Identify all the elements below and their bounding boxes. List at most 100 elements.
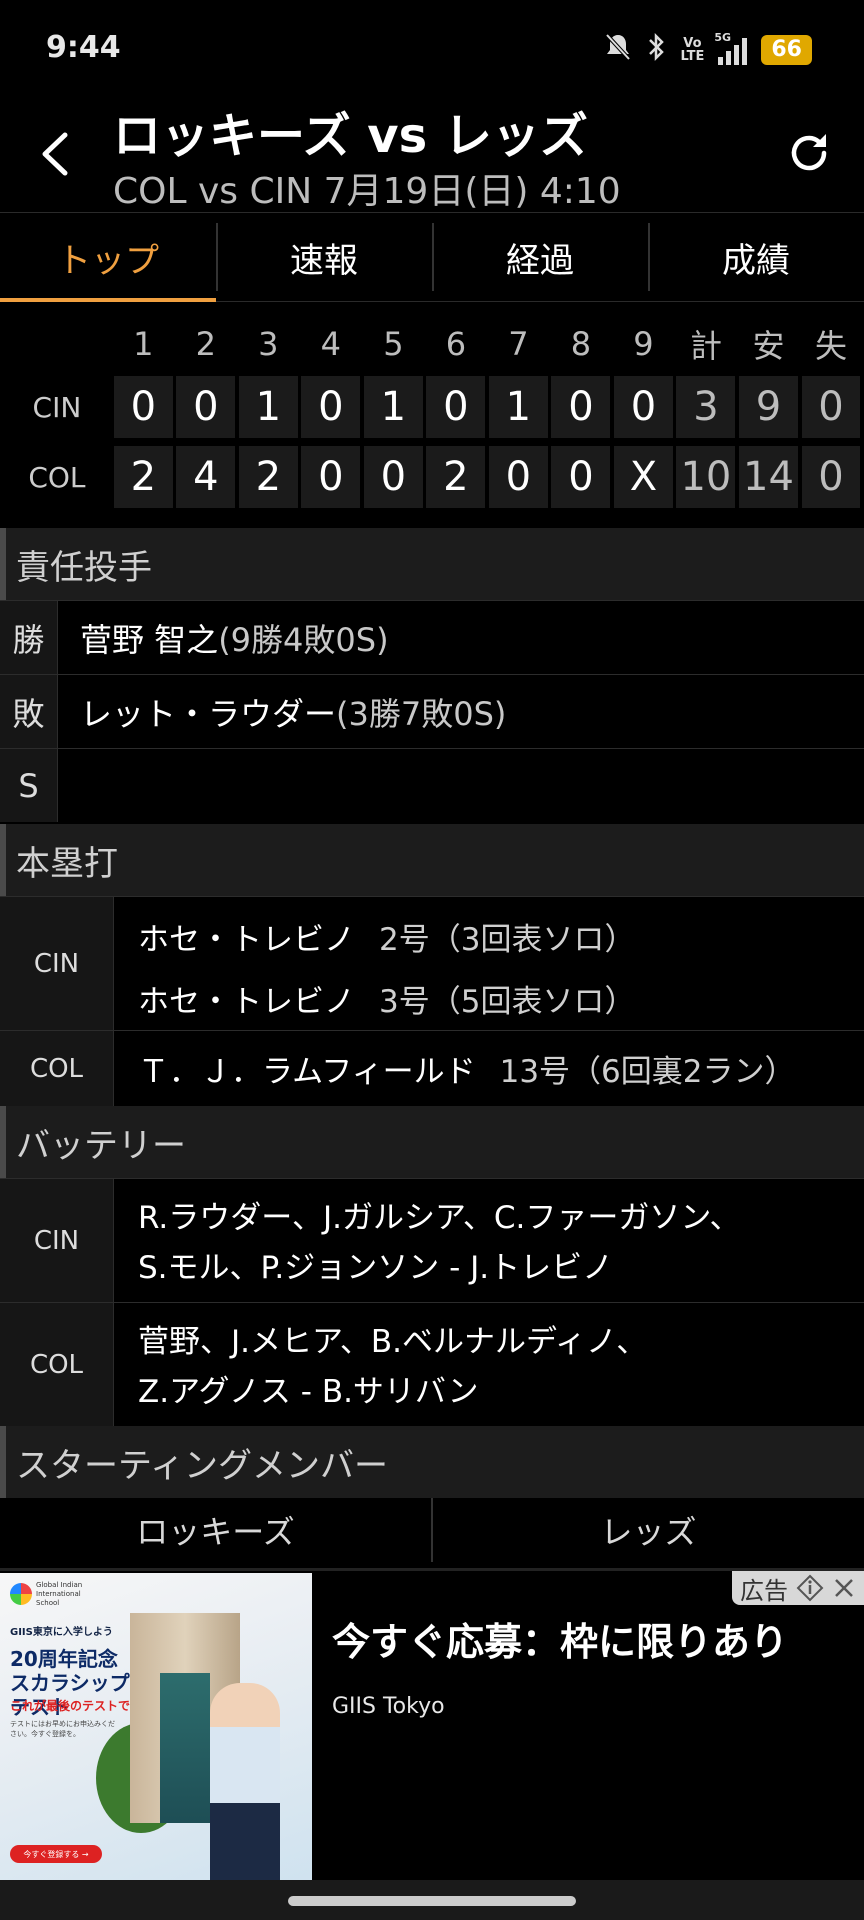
ad-banner[interactable]: Global Indian International School GIIS東…	[0, 1568, 864, 1883]
inning-score: 0	[613, 376, 673, 438]
system-nav-bar	[0, 1880, 864, 1920]
ad-info-icon[interactable]	[796, 1574, 824, 1602]
inning-score: X	[613, 446, 673, 508]
errors-header: 失	[814, 327, 847, 365]
winning-pitcher-record: (9勝4敗0S)	[218, 620, 389, 659]
homerun-entry: Ｔ．Ｊ．ラムフィールド 13号（6回裏2ラン）	[138, 1037, 864, 1099]
battery-row-col: COL 菅野、J.メヒア、B.ベルナルディノ、 Z.アグノス - B.サリバン	[0, 1302, 864, 1426]
inning-score: 0	[551, 376, 611, 438]
team-label: CIN	[0, 897, 114, 1030]
back-button[interactable]	[24, 124, 84, 184]
inning-header: 9	[633, 325, 654, 363]
save-pitcher-row: S	[0, 748, 864, 822]
inning-score: 0	[426, 376, 486, 438]
school-logo-icon	[10, 1583, 32, 1605]
battery-section-heading: バッテリー	[0, 1106, 864, 1178]
inning-header: 2	[195, 325, 216, 363]
homerun-detail: 13号（6回裏2ラン）	[499, 1053, 796, 1090]
tab-reds[interactable]: レッズ	[431, 1498, 864, 1562]
save-label: S	[0, 749, 58, 822]
inning-score: 1	[238, 376, 298, 438]
tab-bar: トップ 速報 経過 成績	[0, 212, 864, 302]
inning-header: 6	[445, 325, 467, 363]
starting-section-heading: スターティングメンバー	[0, 1426, 864, 1498]
team-label: COL	[28, 460, 86, 494]
inning-score: 0	[301, 376, 361, 438]
tab-rockies[interactable]: ロッキーズ	[0, 1498, 431, 1562]
refresh-button[interactable]	[776, 120, 842, 186]
mute-bell-icon	[604, 32, 632, 69]
losing-pitcher-record: (3勝7敗0S)	[336, 694, 507, 733]
ad-close-icon[interactable]	[832, 1576, 856, 1600]
inning-header: 8	[570, 325, 592, 363]
ad-image[interactable]: Global Indian International School GIIS東…	[0, 1573, 312, 1883]
inning-score: 0	[551, 446, 611, 508]
hits-header: 安	[752, 327, 785, 365]
winning-pitcher-name[interactable]: 菅野 智之	[80, 615, 218, 661]
inning-header: 1	[133, 325, 154, 363]
tab-stats[interactable]: 成績	[648, 213, 864, 301]
page-title: ロッキーズ vs レッズ	[113, 108, 588, 164]
battery-list: R.ラウダー、J.ガルシア、C.ファーガソン、 S.モル、P.ジョンソン - J…	[138, 1200, 741, 1286]
scoreboard-row-col: COL 2 4 2 0 0 2 0 0 X 10 14 0	[0, 442, 864, 512]
tab-progress[interactable]: 経過	[432, 213, 648, 301]
inning-header: 5	[383, 325, 404, 363]
starting-team-tabs: ロッキーズ レッズ	[0, 1498, 864, 1562]
bluetooth-icon	[646, 32, 666, 69]
game-info: COL vs CIN 7月19日(日) 4:10	[113, 171, 621, 212]
chevron-left-icon	[42, 132, 68, 176]
total-runs: 3	[676, 376, 736, 438]
battery-list: 菅野、J.メヒア、B.ベルナルディノ、 Z.アグノス - B.サリバン	[138, 1324, 648, 1410]
pitchers-section-heading: 責任投手	[0, 528, 864, 600]
save-pitcher-name	[58, 749, 864, 822]
status-time: 9:44	[46, 30, 121, 65]
refresh-icon	[791, 134, 827, 171]
volte-icon: Vo LTE	[680, 36, 705, 64]
total-hits: 14	[739, 446, 798, 508]
total-runs-header: 計	[689, 327, 722, 365]
scoreboard-header: 1 2 3 4 5 6 7 8 9 計 安 失	[0, 316, 864, 372]
home-indicator[interactable]	[288, 1896, 576, 1906]
homerun-player[interactable]: Ｔ．Ｊ．ラムフィールド	[138, 1046, 476, 1091]
inning-score: 2	[426, 446, 486, 508]
loss-label: 敗	[0, 675, 58, 748]
homerun-row-cin: CIN ホセ・トレビノ 2号（3回表ソロ） ホセ・トレビノ 3号（5回表ソロ）	[0, 896, 864, 1030]
inning-score: 0	[113, 376, 173, 438]
winning-pitcher-row: 勝 菅野 智之 (9勝4敗0S)	[0, 600, 864, 674]
inning-score: 0	[301, 446, 361, 508]
battery-icon: 66	[761, 35, 812, 65]
scoreboard-row-cin: CIN 0 0 1 0 1 0 1 0 0 3 9 0	[0, 372, 864, 442]
homerun-player[interactable]: ホセ・トレビノ	[138, 976, 355, 1021]
inning-score: 4	[176, 446, 236, 508]
homerun-row-col: COL Ｔ．Ｊ．ラムフィールド 13号（6回裏2ラン）	[0, 1030, 864, 1106]
inning-header: 7	[508, 325, 529, 363]
ad-headline[interactable]: 今すぐ応募：枠に限りあり	[332, 1611, 788, 1666]
homerun-detail: 2号（3回表ソロ）	[379, 921, 636, 958]
inning-score: 0	[488, 446, 548, 508]
team-label: CIN	[32, 390, 82, 424]
app-header: ロッキーズ vs レッズ COL vs CIN 7月19日(日) 4:10	[0, 96, 864, 212]
losing-pitcher-row: 敗 レット・ラウダー (3勝7敗0S)	[0, 674, 864, 748]
team-label: COL	[0, 1031, 114, 1106]
inning-header: 3	[258, 325, 279, 363]
total-hits: 9	[739, 376, 798, 438]
battery-row-cin: CIN R.ラウダー、J.ガルシア、C.ファーガソン、 S.モル、P.ジョンソン…	[0, 1178, 864, 1302]
inning-score: 1	[363, 376, 423, 438]
tab-top[interactable]: トップ	[0, 213, 216, 302]
inning-score: 0	[363, 446, 423, 508]
status-icons: Vo LTE 5G 66	[604, 30, 812, 70]
student-graphic	[210, 1683, 280, 1883]
team-label: COL	[0, 1303, 114, 1426]
tab-live[interactable]: 速報	[216, 213, 432, 301]
signal-icon: 5G	[714, 31, 748, 65]
losing-pitcher-name[interactable]: レット・ラウダー	[80, 689, 336, 735]
homerun-section-heading: 本塁打	[0, 824, 864, 896]
homerun-player[interactable]: ホセ・トレビノ	[138, 914, 355, 959]
inning-score: 2	[113, 446, 173, 508]
ad-badge: 広告	[732, 1571, 864, 1605]
total-errors: 0	[801, 376, 861, 438]
scoreboard: 1 2 3 4 5 6 7 8 9 計 安 失 CIN 0 0 1 0 1 0 …	[0, 316, 864, 512]
status-bar: 9:44 Vo LTE 5G 66	[0, 0, 864, 96]
ad-advertiser: GIIS Tokyo	[332, 1694, 445, 1719]
inning-score: 1	[488, 376, 548, 438]
